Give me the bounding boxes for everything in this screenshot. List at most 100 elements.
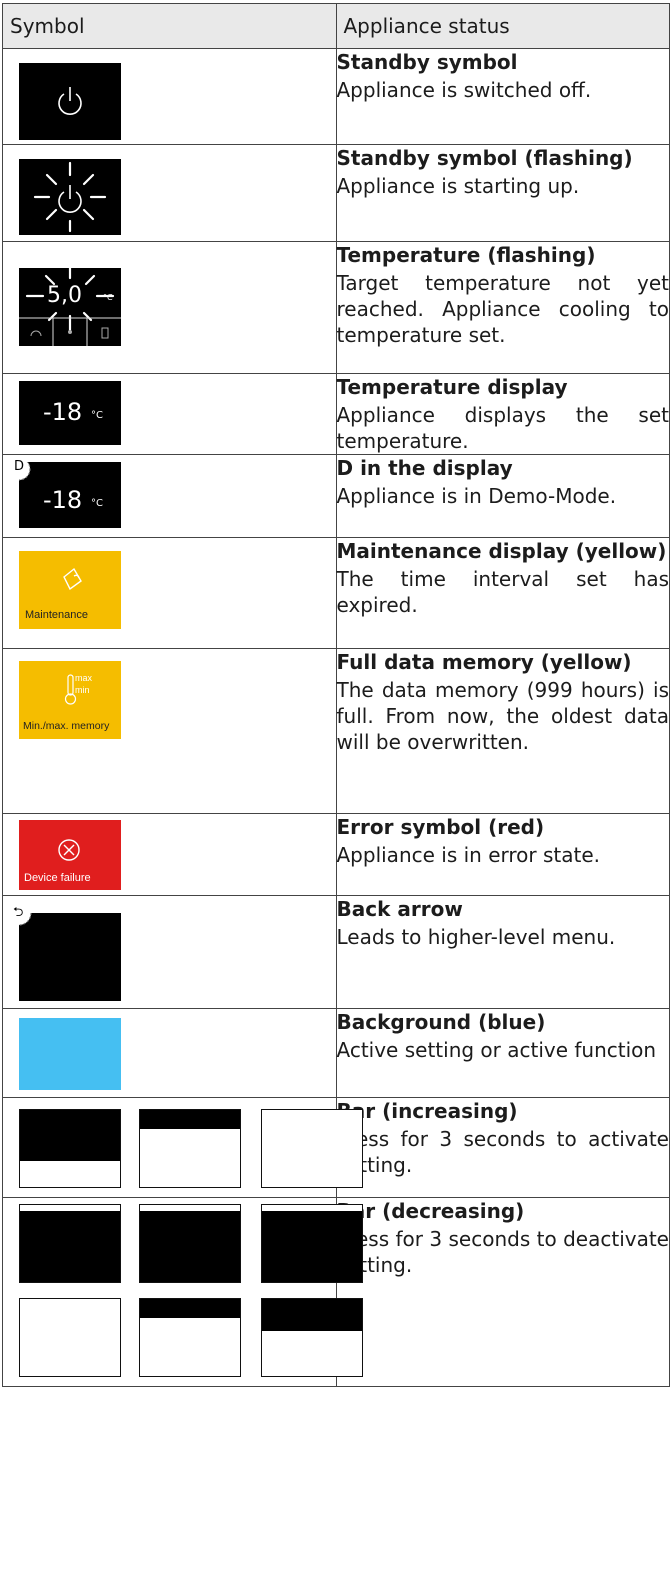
memory-min-label: min	[75, 685, 90, 695]
bar-fill	[20, 1110, 120, 1161]
status-cell: Back arrow Leads to higher-level menu.	[335, 895, 670, 1009]
temperature-unit: °C	[91, 498, 103, 509]
status-title: Bar (increasing)	[336, 1099, 518, 1123]
status-title: Full data memory (yellow)	[336, 650, 632, 674]
status-cell: Maintenance display (yellow) The time in…	[335, 537, 670, 649]
status-cell: Standby symbol Appliance is switched off…	[335, 48, 670, 145]
bar-increasing-2	[139, 1109, 241, 1188]
status-title: Error symbol (red)	[336, 815, 545, 839]
symbol-cell	[2, 1097, 363, 1198]
status-description: Appliance is in error state.	[336, 843, 601, 867]
back-arrow-glyph: ⮌	[13, 905, 24, 920]
table-row: Bar (decreasing) Press for 3 seconds to …	[2, 1197, 670, 1387]
bar-fill	[262, 1211, 362, 1282]
table-row: Standby symbol (flashing) Appliance is s…	[2, 144, 670, 242]
table-row: Maintenance Maintenance display (yellow)…	[2, 537, 670, 649]
power-icon	[58, 87, 82, 115]
symbol-cell: Maintenance	[2, 537, 337, 649]
memory-label: Min./max. memory	[23, 720, 110, 732]
table-row: Bar (increasing) Press for 3 seconds to …	[2, 1097, 670, 1198]
temperature-value: -18	[43, 398, 83, 426]
bar-decreasing-1	[19, 1204, 121, 1283]
error-display: Device failure	[19, 820, 121, 890]
table-row: ⮌ Back arrow Leads to higher-level menu.	[2, 895, 670, 1009]
status-title: Back arrow	[336, 897, 463, 921]
demo-display: D -18 °C	[14, 459, 121, 528]
bar-fill	[20, 1211, 120, 1282]
blue-background-swatch	[19, 1018, 121, 1090]
bar-fill	[140, 1110, 240, 1130]
bar-decreasing-5	[139, 1298, 241, 1377]
bar-decreasing-4	[19, 1298, 121, 1377]
table-row: -18 °C Temperature display Appliance dis…	[2, 373, 670, 455]
temperature-unit: °C	[91, 410, 103, 421]
bar-gap	[140, 1205, 208, 1210]
status-description: The time interval set has expired.	[336, 567, 670, 617]
bar-fill	[262, 1299, 362, 1332]
status-description: Target temperature not yet reached. Appl…	[336, 271, 670, 347]
column-header-symbol: Symbol	[2, 3, 337, 49]
symbol-cell: D -18 °C	[2, 454, 337, 538]
status-title: Temperature (flashing)	[336, 243, 596, 267]
status-description: Appliance is switched off.	[336, 78, 592, 102]
status-cell: D in the display Appliance is in Demo-Mo…	[335, 454, 670, 538]
symbol-cell	[2, 144, 337, 242]
temperature-value: 5,0	[47, 283, 82, 308]
status-title: Standby symbol (flashing)	[336, 146, 633, 170]
maintenance-label: Maintenance	[25, 609, 88, 621]
maintenance-display: Maintenance	[19, 551, 121, 629]
status-description: Press for 3 seconds to activate setting.	[336, 1127, 670, 1177]
standby-display	[19, 63, 121, 140]
status-title: Bar (decreasing)	[336, 1199, 525, 1223]
status-cell: Temperature (flashing) Target temperatur…	[335, 241, 670, 374]
back-arrow-icon	[19, 913, 32, 926]
symbol-cell: -18 °C	[2, 373, 337, 455]
bar-fill	[140, 1211, 240, 1282]
status-title: Temperature display	[336, 375, 568, 399]
temperature-value: -18	[43, 486, 83, 514]
back-arrow-display: ⮌	[13, 905, 121, 1001]
status-description: Press for 3 seconds to deactivate settin…	[336, 1227, 670, 1277]
status-description: Leads to higher-level menu.	[336, 925, 616, 949]
memory-display: max min Min./max. memory	[19, 661, 121, 739]
symbol-cell	[2, 1197, 363, 1387]
temperature-flashing-display: 5,0 °C	[19, 268, 121, 346]
error-label: Device failure	[24, 872, 91, 884]
table-row: Background (blue) Active setting or acti…	[2, 1008, 670, 1098]
status-cell: Full data memory (yellow) The data memor…	[335, 648, 670, 814]
column-header-status: Appliance status	[335, 3, 670, 49]
table-row: Device failure Error symbol (red) Applia…	[2, 813, 670, 896]
status-title: Background (blue)	[336, 1010, 546, 1034]
power-flashing-icon	[33, 161, 107, 233]
demo-letter: D	[14, 459, 25, 474]
symbol-cell: ⮌	[2, 895, 337, 1009]
status-cell: Bar (decreasing) Press for 3 seconds to …	[335, 1197, 670, 1387]
symbol-cell: Device failure	[2, 813, 337, 896]
status-cell: Temperature display Appliance displays t…	[335, 373, 670, 455]
symbol-cell: max min Min./max. memory	[2, 648, 337, 814]
table-row: D -18 °C D in the display Appliance is i…	[2, 454, 670, 538]
status-cell: Background (blue) Active setting or acti…	[335, 1008, 670, 1098]
status-cell: Bar (increasing) Press for 3 seconds to …	[335, 1097, 670, 1198]
memory-max-label: max	[75, 673, 93, 683]
temperature-display: -18 °C	[19, 381, 121, 445]
symbol-cell	[2, 1008, 337, 1098]
symbol-cell: 5,0 °C	[2, 241, 337, 374]
bar-increasing-3	[261, 1109, 363, 1188]
status-title: D in the display	[336, 456, 513, 480]
symbol-cell	[2, 48, 337, 145]
bar-decreasing-6	[261, 1298, 363, 1377]
bar-decreasing-3	[261, 1204, 363, 1283]
status-title: Maintenance display (yellow)	[336, 539, 667, 563]
table-row: 5,0 °C Temperature (flashing) Target tem…	[2, 241, 670, 374]
temperature-unit: °C	[103, 293, 113, 302]
status-description: Appliance is in Demo-Mode.	[336, 484, 617, 508]
table-row: Standby symbol Appliance is switched off…	[2, 48, 670, 145]
status-description: Appliance displays the set temperature.	[336, 403, 670, 453]
symbol-table: Symbol Appliance status Standby symbol A…	[2, 3, 670, 1387]
standby-flashing-display	[19, 159, 121, 235]
status-cell: Standby symbol (flashing) Appliance is s…	[335, 144, 670, 242]
bar-gap	[262, 1205, 296, 1210]
bar-increasing-1	[19, 1109, 121, 1188]
status-description: Appliance is starting up.	[336, 174, 580, 198]
